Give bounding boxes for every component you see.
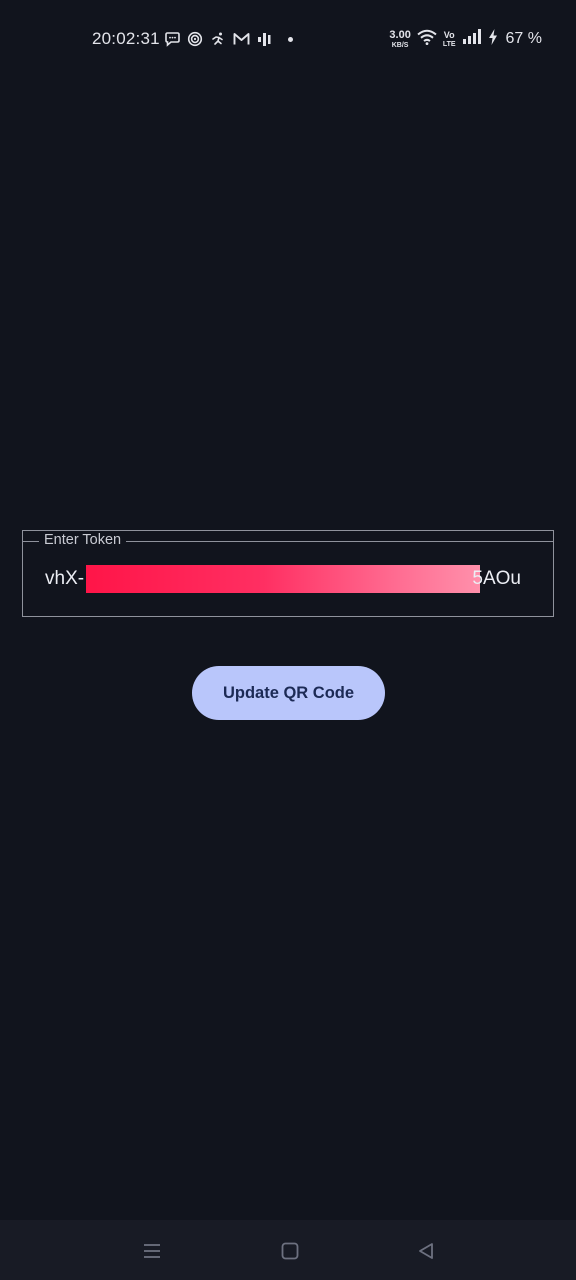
chat-bubble-icon (163, 30, 181, 48)
navigation-bar (0, 1220, 576, 1280)
charging-icon (488, 28, 498, 50)
token-field-label: Enter Token (39, 532, 127, 548)
battery-percent: 67 % (505, 30, 542, 47)
target-icon (186, 30, 204, 48)
bars-chart-icon (255, 30, 273, 48)
home-icon[interactable] (277, 1238, 303, 1264)
back-icon[interactable] (413, 1238, 439, 1264)
volte-top-text: Vo (443, 29, 455, 40)
net-speed: 3.00 KB/S (389, 28, 411, 49)
token-input-field[interactable]: Enter Token vhX- 5AOu (22, 530, 554, 617)
net-speed-unit: KB/S (391, 41, 409, 49)
volte-icon: Vo LTE (442, 29, 456, 48)
notification-icons (163, 27, 293, 51)
running-person-icon (209, 30, 227, 48)
update-qr-code-button[interactable]: Update QR Code (192, 666, 385, 720)
token-value-suffix: 5AOu (472, 568, 521, 589)
net-speed-value: 3.00 (389, 28, 411, 41)
menu-icon[interactable] (139, 1238, 165, 1264)
system-icons: 3.00 KB/S Vo LTE 67 % (389, 27, 542, 51)
token-value-prefix: vhX- (45, 568, 85, 589)
status-time: 20:02:31 (92, 29, 160, 48)
token-redaction-overlay (86, 565, 480, 593)
signal-icon (462, 29, 482, 49)
volte-bottom-text: LTE (442, 40, 456, 48)
status-bar: 20:02:31 3.00 KB/S Vo LTE 67 % (0, 0, 576, 78)
wifi-icon (417, 29, 437, 50)
gmail-icon (232, 30, 250, 48)
more-dot-icon (288, 36, 293, 42)
